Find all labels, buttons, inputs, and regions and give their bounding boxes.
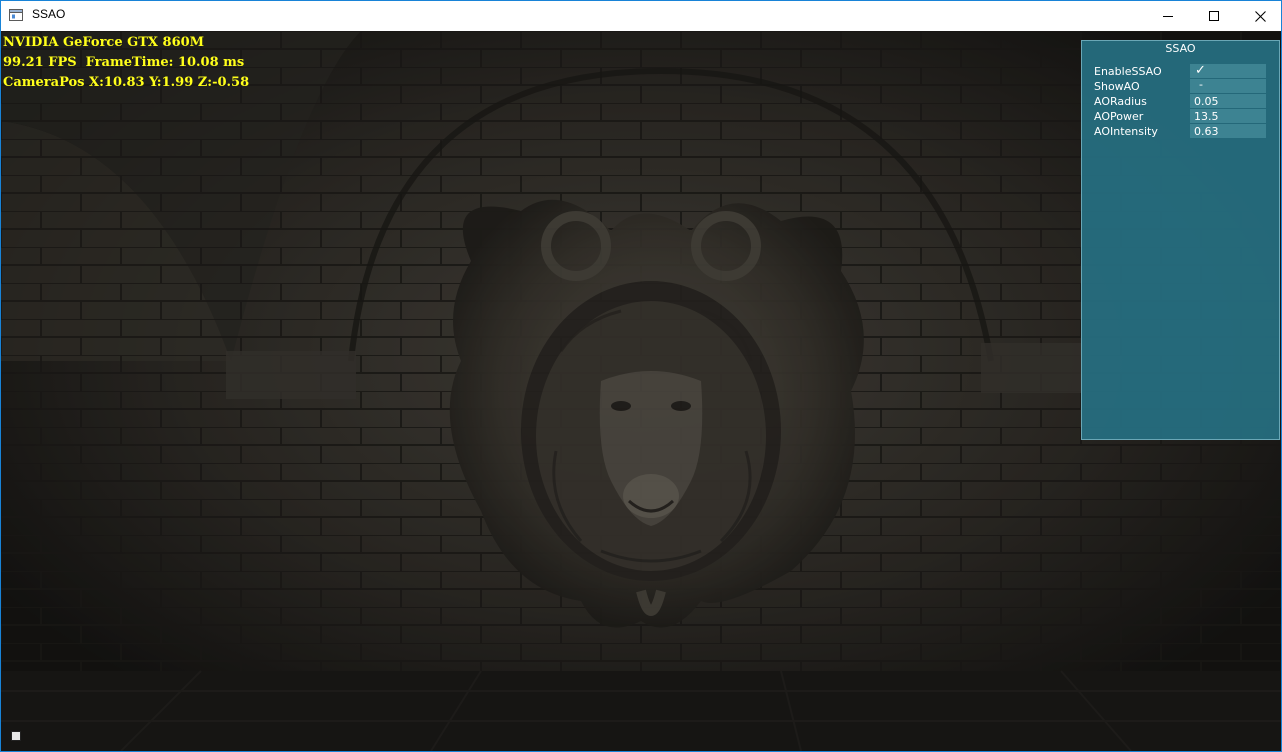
setting-value: 0.05: [1194, 95, 1219, 108]
setting-label: ShowAO: [1094, 80, 1140, 93]
checkmark-icon: ✓: [1195, 63, 1206, 78]
enable-ssao-checkbox[interactable]: ✓: [1190, 63, 1266, 78]
setting-ao-radius[interactable]: AORadius 0.05: [1082, 94, 1279, 109]
setting-ao-intensity[interactable]: AOIntensity 0.63: [1082, 124, 1279, 139]
setting-label: AORadius: [1094, 95, 1147, 108]
app-icon: [9, 9, 23, 21]
setting-show-ao[interactable]: ShowAO -: [1082, 78, 1279, 94]
show-ao-checkbox[interactable]: -: [1190, 78, 1266, 93]
app-window: SSAO NVIDIA GeForce GTX 860M 99.21 FPS F…: [0, 0, 1282, 752]
setting-value: 0.63: [1194, 125, 1219, 138]
window-title: SSAO: [32, 7, 66, 21]
ao-intensity-field[interactable]: 0.63: [1190, 124, 1266, 138]
stats-overlay: NVIDIA GeForce GTX 860M 99.21 FPS FrameT…: [3, 33, 249, 93]
gpu-name: NVIDIA GeForce GTX 860M: [3, 35, 205, 50]
maximize-icon: [1208, 10, 1219, 21]
setting-ao-power[interactable]: AOPower 13.5: [1082, 109, 1279, 124]
minimize-icon: [1162, 15, 1173, 17]
setting-label: AOIntensity: [1094, 125, 1158, 138]
ssao-settings-panel[interactable]: SSAO EnableSSAO ✓ ShowAO - AORadius 0.05…: [1081, 40, 1280, 440]
title-bar[interactable]: SSAO: [1, 1, 1281, 31]
help-icon[interactable]: [11, 731, 21, 741]
ao-power-field[interactable]: 13.5: [1190, 109, 1266, 123]
close-button[interactable]: [1237, 1, 1281, 31]
close-icon: [1254, 10, 1266, 22]
setting-value: 13.5: [1194, 110, 1219, 123]
panel-title[interactable]: SSAO: [1082, 42, 1279, 55]
setting-label: AOPower: [1094, 110, 1144, 123]
ao-radius-field[interactable]: 0.05: [1190, 94, 1266, 108]
maximize-button[interactable]: [1191, 1, 1237, 31]
render-viewport[interactable]: NVIDIA GeForce GTX 860M 99.21 FPS FrameT…: [1, 31, 1281, 751]
fps-frametime: 99.21 FPS FrameTime: 10.08 ms: [3, 55, 245, 70]
unchecked-dash: -: [1199, 78, 1203, 91]
camera-position: CameraPos X:10.83 Y:1.99 Z:-0.58: [3, 75, 250, 90]
panel-rows: EnableSSAO ✓ ShowAO - AORadius 0.05 AOPo…: [1082, 63, 1279, 139]
minimize-button[interactable]: [1145, 1, 1191, 31]
setting-label: EnableSSAO: [1094, 65, 1162, 78]
setting-enable-ssao[interactable]: EnableSSAO ✓: [1082, 63, 1279, 79]
